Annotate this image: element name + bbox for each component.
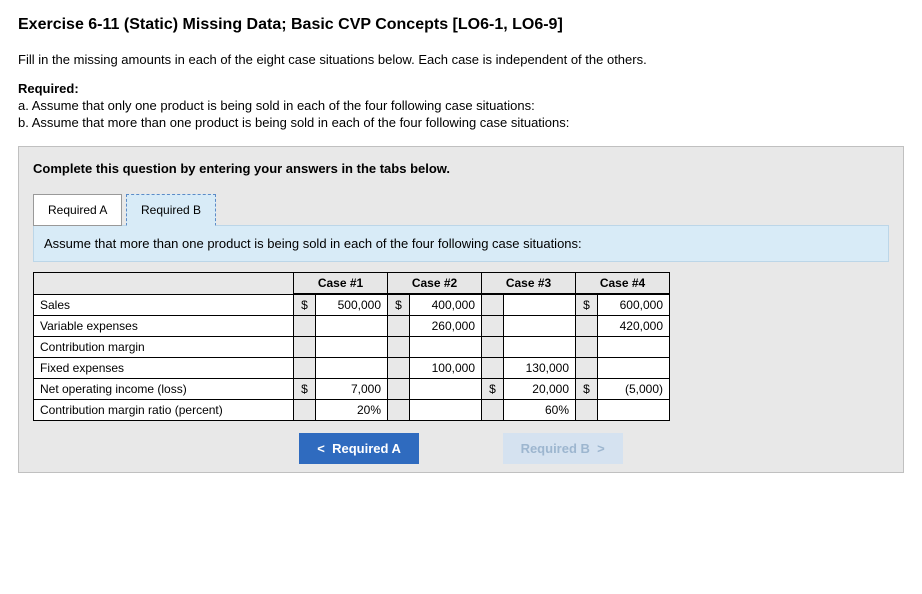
- c3-noi-cur: $: [482, 379, 504, 400]
- row-sales: Sales $ 500,000 $ 400,000 $ 600,000: [34, 294, 670, 316]
- col-case3: Case #3: [482, 273, 576, 295]
- row-fixed: Fixed expenses 100,000 130,000: [34, 358, 670, 379]
- c1-varexp-input[interactable]: [316, 316, 388, 337]
- c1-noi-cur: $: [294, 379, 316, 400]
- case-table: Case #1 Case #2 Case #3 Case #4 Sales $ …: [33, 272, 670, 421]
- c3-fixed-val[interactable]: 130,000: [504, 358, 576, 379]
- c4-noi-cur: $: [576, 379, 598, 400]
- instruction-text: Complete this question by entering your …: [33, 161, 889, 176]
- required-b-text: b. Assume that more than one product is …: [18, 115, 904, 130]
- c1-noi-val[interactable]: 7,000: [316, 379, 388, 400]
- c1-sales-cur: $: [294, 294, 316, 316]
- label-cmr: Contribution margin ratio (percent): [34, 400, 294, 421]
- required-label: Required:: [18, 81, 904, 96]
- page-title: Exercise 6-11 (Static) Missing Data; Bas…: [18, 16, 904, 34]
- tab-required-b[interactable]: Required B: [126, 194, 216, 226]
- label-varexp: Variable expenses: [34, 316, 294, 337]
- c1-cm-input[interactable]: [316, 337, 388, 358]
- c3-sales-input[interactable]: [504, 294, 576, 316]
- chevron-left-icon: <: [317, 441, 325, 456]
- c4-noi-val[interactable]: (5,000): [598, 379, 670, 400]
- c1-cmr-val[interactable]: 20%: [316, 400, 388, 421]
- c2-sales-cur: $: [388, 294, 410, 316]
- tab-required-a[interactable]: Required A: [33, 194, 122, 226]
- prev-button[interactable]: < Required A: [299, 433, 419, 464]
- col-case2: Case #2: [388, 273, 482, 295]
- next-button[interactable]: Required B >: [503, 433, 623, 464]
- c3-sales-cur: [482, 294, 504, 316]
- required-a-text: a. Assume that only one product is being…: [18, 98, 904, 113]
- tab-bar: Required A Required B: [33, 194, 889, 226]
- label-noi: Net operating income (loss): [34, 379, 294, 400]
- c3-cmr-val[interactable]: 60%: [504, 400, 576, 421]
- col-case4: Case #4: [576, 273, 670, 295]
- label-sales: Sales: [34, 294, 294, 316]
- c4-fixed-input[interactable]: [598, 358, 670, 379]
- row-cm: Contribution margin: [34, 337, 670, 358]
- intro-text: Fill in the missing amounts in each of t…: [18, 52, 904, 67]
- c3-varexp-input[interactable]: [504, 316, 576, 337]
- c1-fixed-input[interactable]: [316, 358, 388, 379]
- c4-cmr-input[interactable]: [598, 400, 670, 421]
- next-button-label: Required B: [521, 441, 590, 456]
- c1-sales-val[interactable]: 500,000: [316, 294, 388, 316]
- c4-sales-cur: $: [576, 294, 598, 316]
- c2-varexp-val[interactable]: 260,000: [410, 316, 482, 337]
- c4-cm-input[interactable]: [598, 337, 670, 358]
- row-noi: Net operating income (loss) $ 7,000 $ 20…: [34, 379, 670, 400]
- question-panel: Complete this question by entering your …: [18, 146, 904, 473]
- c3-noi-val[interactable]: 20,000: [504, 379, 576, 400]
- c4-sales-val[interactable]: 600,000: [598, 294, 670, 316]
- row-cmr: Contribution margin ratio (percent) 20% …: [34, 400, 670, 421]
- c2-noi-input[interactable]: [410, 379, 482, 400]
- assumption-text: Assume that more than one product is bei…: [33, 225, 889, 262]
- c2-sales-val[interactable]: 400,000: [410, 294, 482, 316]
- col-case1: Case #1: [294, 273, 388, 295]
- c2-cmr-input[interactable]: [410, 400, 482, 421]
- c3-cm-input[interactable]: [504, 337, 576, 358]
- label-fixed: Fixed expenses: [34, 358, 294, 379]
- c4-varexp-val[interactable]: 420,000: [598, 316, 670, 337]
- c2-fixed-val[interactable]: 100,000: [410, 358, 482, 379]
- label-cm: Contribution margin: [34, 337, 294, 358]
- prev-button-label: Required A: [332, 441, 401, 456]
- chevron-right-icon: >: [597, 441, 605, 456]
- row-varexp: Variable expenses 260,000 420,000: [34, 316, 670, 337]
- c2-cm-input[interactable]: [410, 337, 482, 358]
